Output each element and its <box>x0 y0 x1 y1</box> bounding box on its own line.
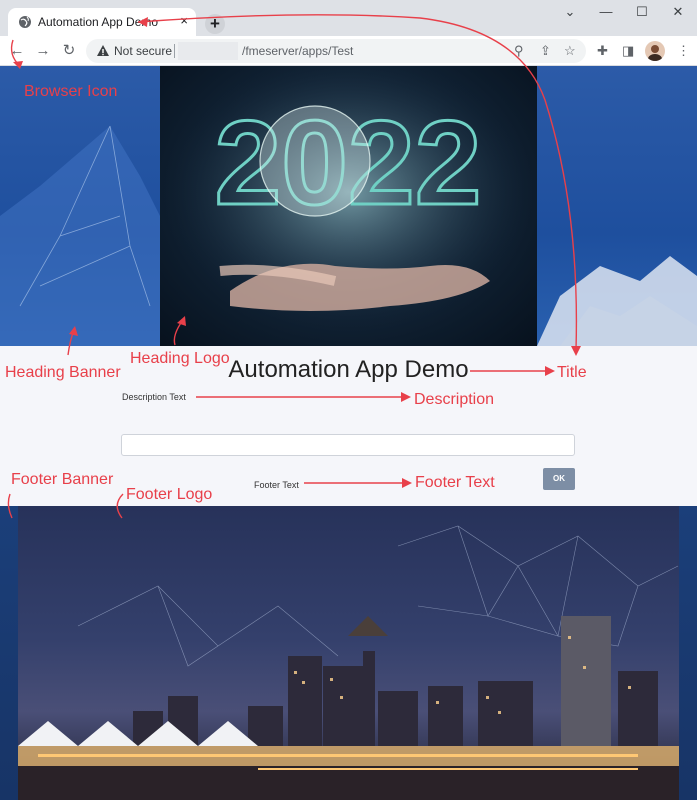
sidepanel-icon[interactable]: ◨ <box>622 43 634 59</box>
forward-arrow-icon[interactable]: → <box>34 42 52 60</box>
browser-tab-strip: Automation App Demo × + ⌄ — ☐ ✕ <box>0 0 697 36</box>
avatar[interactable] <box>645 41 665 61</box>
maximize-button[interactable]: ☐ <box>628 4 656 20</box>
description-callout: Description <box>414 391 495 408</box>
browser-icon-callout: Browser Icon <box>24 83 118 100</box>
title-callout: Title <box>557 364 587 381</box>
reload-icon[interactable]: ↻ <box>60 42 78 60</box>
back-arrow-icon[interactable]: ← <box>8 42 26 60</box>
redacted-host <box>178 42 238 60</box>
footer-text: Footer Text <box>254 480 299 490</box>
description-text: Description Text <box>122 392 186 402</box>
heading-logo: 2022 <box>160 66 537 346</box>
zoom-icon[interactable]: ⚲ <box>514 43 524 59</box>
footer-banner-callout: Footer Banner <box>11 471 114 488</box>
footer-logo-callout: Footer Logo <box>126 486 213 503</box>
footer-banner <box>0 506 697 800</box>
close-window-button[interactable]: ✕ <box>664 4 692 20</box>
heading-logo-image: 2022 <box>160 66 537 346</box>
menu-icon[interactable]: ⋮ <box>677 43 690 59</box>
address-bar[interactable]: Not secure /fmeserver/apps/Test ⚲ ⇪ ☆ <box>86 39 586 63</box>
globe-icon <box>19 16 31 28</box>
app-root: Automation App Demo × + ⌄ — ☐ ✕ ← → ↻ No… <box>0 0 697 800</box>
heading-banner-callout: Heading Banner <box>5 364 121 381</box>
warning-icon <box>97 45 109 56</box>
avatar-image <box>648 45 662 61</box>
heading-banner: 2022 <box>0 66 697 346</box>
footer-logo-image <box>18 525 679 800</box>
security-label[interactable]: Not secure <box>114 44 172 58</box>
extensions-icon[interactable]: ✚ <box>597 43 608 59</box>
close-icon[interactable]: × <box>180 13 188 29</box>
tab-title: Automation App Demo <box>38 15 159 29</box>
footer-logo <box>18 506 679 800</box>
omnibox-divider <box>174 44 175 58</box>
star-icon[interactable]: ☆ <box>564 43 576 59</box>
new-tab-button[interactable]: + <box>205 14 225 34</box>
footer-text-callout: Footer Text <box>415 474 495 491</box>
share-icon[interactable]: ⇪ <box>540 43 551 59</box>
url-path[interactable]: /fmeserver/apps/Test <box>242 44 353 58</box>
minimize-button[interactable]: — <box>592 4 620 19</box>
browser-tab[interactable]: Automation App Demo × <box>8 8 196 36</box>
parameter-input[interactable] <box>121 434 575 456</box>
heading-logo-callout: Heading Logo <box>130 350 230 367</box>
ok-button[interactable]: OK <box>543 468 575 490</box>
chevron-down-icon[interactable]: ⌄ <box>556 4 584 20</box>
browser-toolbar: ← → ↻ Not secure /fmeserver/apps/Test ⚲ … <box>0 36 697 66</box>
